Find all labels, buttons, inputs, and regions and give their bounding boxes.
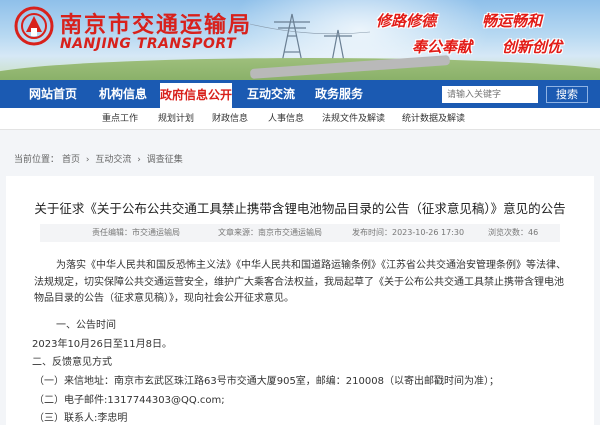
breadcrumb-home[interactable]: 首页 (62, 155, 80, 165)
breadcrumb: 当前位置： 首页 › 互动交流 › 调查征集 (14, 152, 186, 165)
feedback-email: （二）电子邮件:1317744303@QQ.com; (34, 395, 225, 406)
subnav-item-statistics[interactable]: 统计数据及解读 (402, 108, 465, 130)
site-subtitle: NANJING TRANSPORT (60, 36, 237, 52)
sub-nav: 重点工作 规划计划 财政信息 人事信息 法规文件及解读 统计数据及解读 (0, 108, 600, 130)
subnav-item-finance[interactable]: 财政信息 (212, 108, 248, 130)
site-title: 南京市交通运输局 (60, 13, 253, 38)
slogan-1: 修路修德 (376, 12, 437, 30)
article-title: 关于征求《关于公布公共交通工具禁止携带含锂电池物品目录的公告（征求意见稿）》意见… (34, 201, 566, 216)
date-range: 2023年10月26日至11月8日。 (32, 339, 172, 350)
breadcrumb-separator: › (85, 155, 90, 165)
feedback-mail-address: （一）来信地址：南京市玄武区珠江路63号市交通大厦905室，邮编：210008（… (34, 376, 499, 387)
nav-item-home[interactable]: 网站首页 (22, 80, 84, 108)
subnav-item-regulations[interactable]: 法规文件及解读 (322, 108, 385, 130)
feedback-contact: （三）联系人:李忠明 (34, 413, 128, 424)
meta-source: 文章来源：南京市交通运输局 (218, 228, 322, 237)
search-button[interactable]: 搜索 (546, 86, 588, 103)
nav-item-interaction[interactable]: 互动交流 (240, 80, 302, 108)
slogan-3: 奉公奉献 (412, 38, 473, 56)
nav-item-gov-info-disclosure[interactable]: 政府信息公开 (160, 80, 232, 108)
nanjing-transport-logo-icon[interactable] (14, 6, 54, 46)
slogan-2: 畅运畅和 (482, 12, 543, 30)
nav-item-org-info[interactable]: 机构信息 (92, 80, 154, 108)
search-input[interactable] (442, 86, 538, 103)
subnav-item-planning[interactable]: 规划计划 (158, 108, 194, 130)
meta-editor: 责任编辑：市交通运输局 (92, 228, 180, 237)
section-heading-feedback: 二、反馈意见方式 (32, 357, 112, 368)
subnav-item-key-work[interactable]: 重点工作 (102, 108, 138, 130)
section-heading-time: 一、公告时间 (56, 320, 116, 331)
article-card: 关于征求《关于公布公共交通工具禁止携带含锂电池物品目录的公告（征求意见稿）》意见… (6, 176, 594, 425)
breadcrumb-label: 当前位置： (14, 155, 60, 165)
article-meta-bar: 责任编辑：市交通运输局 文章来源：南京市交通运输局 发布时间：2023-10-2… (40, 224, 560, 242)
nav-item-gov-services[interactable]: 政务服务 (308, 80, 370, 108)
article-intro: 为落实《中华人民共和国反恐怖主义法》《中华人民共和国道路运输条例》《江苏省公共交… (34, 260, 566, 304)
meta-time: 发布时间：2023-10-26 17:30 (352, 228, 465, 237)
breadcrumb-separator: › (137, 155, 141, 165)
subnav-item-personnel[interactable]: 人事信息 (268, 108, 304, 130)
breadcrumb-interaction[interactable]: 互动交流 (95, 155, 131, 165)
breadcrumb-survey[interactable]: 调查征集 (147, 155, 183, 165)
slogan-4: 创新创优 (502, 38, 563, 56)
site-banner: 南京市交通运输局 NANJING TRANSPORT 修路修德 畅运畅和 奉公奉… (0, 0, 600, 80)
meta-views: 浏览次数：46 (488, 228, 539, 237)
